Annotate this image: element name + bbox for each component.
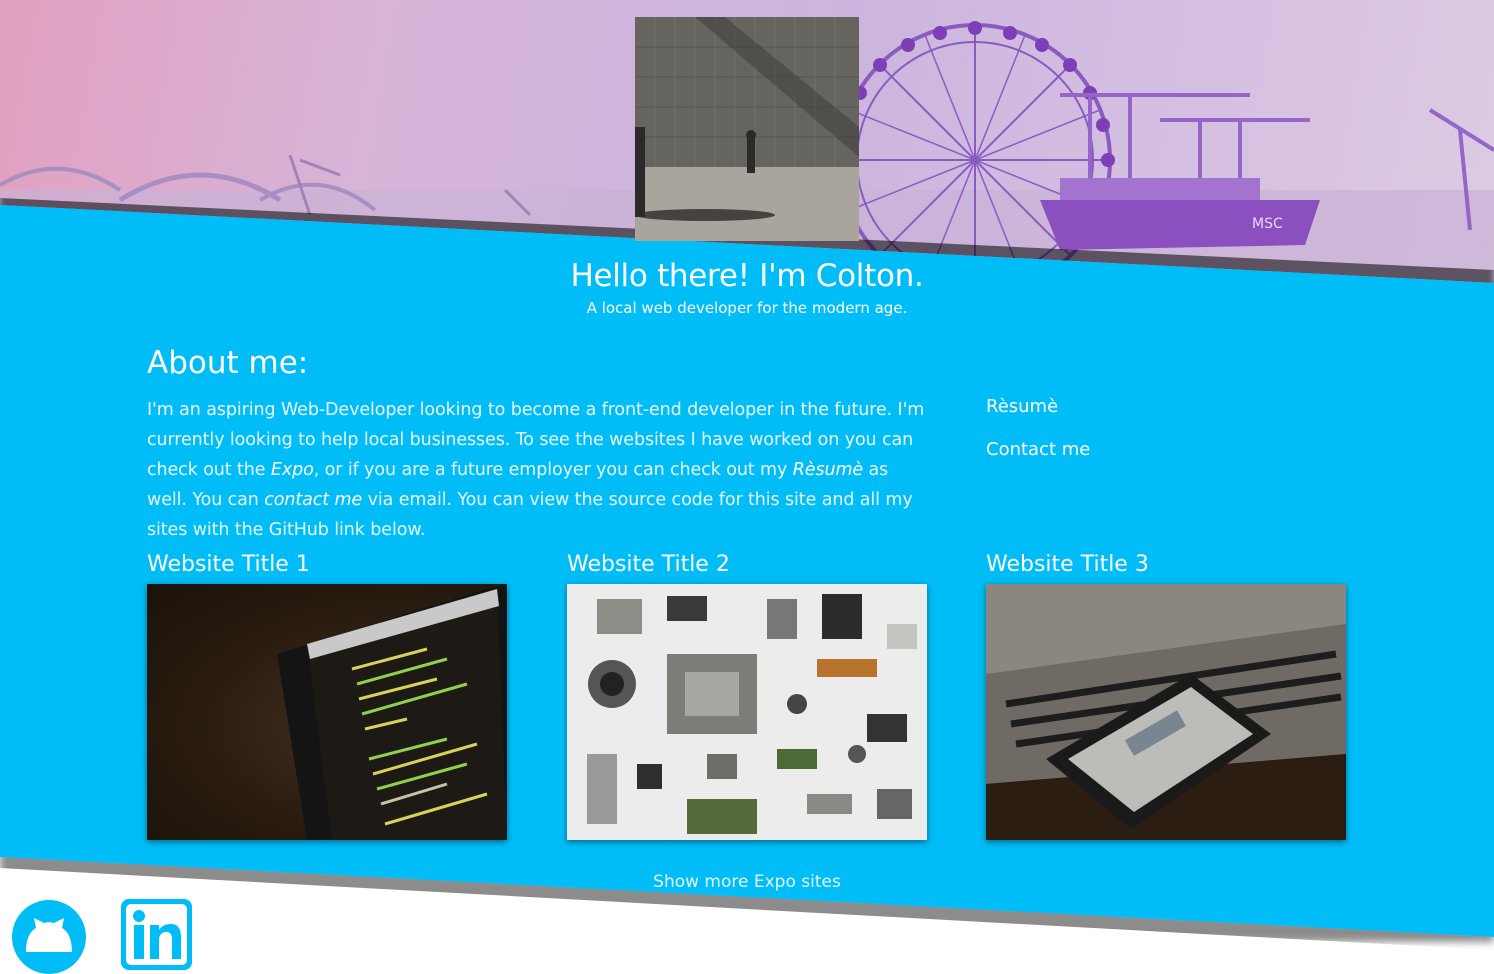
project-title[interactable]: Website Title 2 — [567, 548, 927, 580]
side-nav: Rèsumè Contact me — [986, 396, 1090, 482]
resume-link[interactable]: Rèsumè — [986, 396, 1090, 417]
hero-tagline: A local web developer for the modern age… — [586, 299, 908, 317]
street-photo-illustration — [635, 17, 859, 241]
svg-text:MSC: MSC — [1252, 216, 1283, 232]
about-text-2: , or if you are a future employer you ca… — [313, 460, 793, 480]
project-thumbnail[interactable] — [567, 584, 927, 840]
github-icon[interactable] — [12, 900, 86, 974]
resume-inline-link[interactable]: Rèsumè — [793, 460, 863, 480]
project-thumbnail[interactable] — [147, 584, 507, 840]
project-card: Website Title 3 — [986, 548, 1346, 840]
show-more-link[interactable]: Show more Expo sites — [0, 872, 1494, 892]
hero-headline: Hello there! I'm Colton. — [570, 258, 924, 294]
code-laptop-illustration — [277, 584, 507, 840]
profile-photo — [635, 17, 859, 241]
project-title[interactable]: Website Title 3 — [986, 548, 1346, 580]
expo-link[interactable]: Expo — [271, 460, 314, 480]
contact-link[interactable]: Contact me — [986, 439, 1090, 460]
linkedin-glyph — [121, 899, 192, 970]
about-title: About me: — [147, 345, 309, 381]
phone-laptop-illustration — [986, 584, 1346, 840]
project-card: Website Title 1 — [147, 548, 507, 840]
contact-inline-link[interactable]: contact me — [264, 490, 362, 510]
project-card: Website Title 2 — [567, 548, 927, 840]
parts-flatlay-illustration — [587, 594, 917, 834]
github-glyph — [15, 903, 83, 971]
about-paragraph: I'm an aspiring Web-Developer looking to… — [147, 395, 927, 545]
linkedin-icon[interactable] — [121, 899, 192, 970]
project-thumbnail[interactable] — [986, 584, 1346, 840]
project-title[interactable]: Website Title 1 — [147, 548, 507, 580]
